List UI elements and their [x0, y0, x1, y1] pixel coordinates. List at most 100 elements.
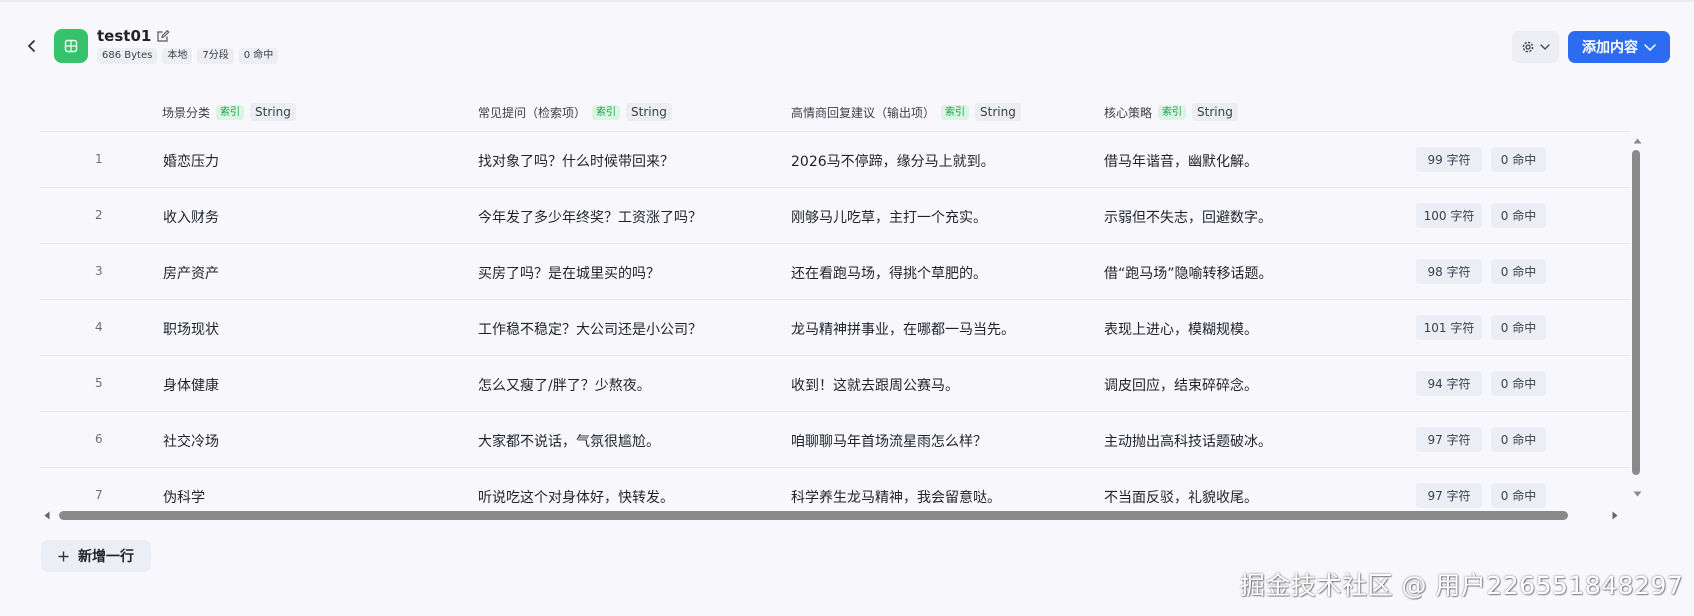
index-tag: 索引 — [216, 104, 245, 120]
column-label: 高情商回复建议（输出项） — [791, 105, 936, 120]
cell-question[interactable]: 工作稳不稳定？大公司还是小公司？ — [478, 319, 702, 339]
table-body: 1 婚恋压力 找对象了吗？什么时候带回来？ 2026马不停蹄，缘分马上就到。 借… — [40, 132, 1629, 511]
hit-count-badge: 0 命中 — [1491, 259, 1546, 284]
cell-scene[interactable]: 婚恋压力 — [163, 151, 219, 171]
cell-reply[interactable]: 刚够马儿吃草，主打一个充实。 — [791, 207, 987, 227]
column-label: 核心策略 — [1104, 105, 1153, 120]
cell-strategy[interactable]: 示弱但不失志，回避数字。 — [1104, 207, 1272, 227]
cell-scene[interactable]: 收入财务 — [163, 207, 219, 227]
vertical-scrollbar-thumb[interactable] — [1632, 150, 1640, 475]
hit-count-badge: 0 命中 — [1491, 203, 1546, 228]
add-row-label: 新增一行 — [78, 549, 134, 565]
chevron-down-icon — [1540, 44, 1550, 50]
row-number: 7 — [95, 488, 103, 502]
cell-strategy[interactable]: 表现上进心，模糊规模。 — [1104, 319, 1258, 339]
row-number: 4 — [95, 320, 103, 334]
cell-question[interactable]: 买房了吗？是在城里买的吗？ — [478, 263, 660, 283]
cell-reply[interactable]: 龙马精神拼事业，在哪都一马当先。 — [791, 319, 1015, 339]
horizontal-scrollbar-thumb[interactable] — [59, 511, 1568, 520]
cell-strategy[interactable]: 调皮回应，结束碎碎念。 — [1104, 375, 1258, 395]
cell-reply[interactable]: 收到！这就去跟周公赛马。 — [791, 375, 959, 395]
char-count-badge: 94 字符 — [1416, 371, 1482, 396]
hits-badge: 0 命中 — [238, 48, 279, 64]
cell-reply[interactable]: 科学养生龙马精神，我会留意哒。 — [791, 487, 1001, 507]
table-row[interactable]: 7 伪科学 听说吃这个对身体好，快转发。 科学养生龙马精神，我会留意哒。 不当面… — [40, 468, 1629, 511]
add-content-label: 添加内容 — [1582, 40, 1638, 56]
type-tag: String — [975, 103, 1021, 121]
table-row[interactable]: 1 婚恋压力 找对象了吗？什么时候带回来？ 2026马不停蹄，缘分马上就到。 借… — [40, 132, 1629, 188]
type-tag: String — [250, 103, 296, 121]
column-header-scene: 场景分类 索引 String — [162, 103, 296, 121]
knowledge-table-page: test01 686 Bytes 本地 7分段 0 命中 添加内容 场景分类 索… — [0, 0, 1694, 616]
cell-question[interactable]: 今年发了多少年终奖？工资涨了吗？ — [478, 207, 702, 227]
hit-count-badge: 0 命中 — [1491, 371, 1546, 396]
back-button[interactable] — [22, 36, 42, 56]
column-header-strategy: 核心策略 索引 String — [1104, 103, 1238, 121]
cell-strategy[interactable]: 借马年谐音，幽默化解。 — [1104, 151, 1258, 171]
storage-badge: 本地 — [162, 48, 193, 64]
cell-reply[interactable]: 咱聊聊马年首场流星雨怎么样？ — [791, 431, 987, 451]
row-number: 2 — [95, 208, 103, 222]
hit-count-badge: 0 命中 — [1491, 427, 1546, 452]
cell-question[interactable]: 听说吃这个对身体好，快转发。 — [478, 487, 674, 507]
table-icon — [64, 39, 78, 53]
cell-strategy[interactable]: 不当面反驳，礼貌收尾。 — [1104, 487, 1258, 507]
edit-icon[interactable] — [156, 29, 170, 43]
char-count-badge: 97 字符 — [1416, 427, 1482, 452]
cell-question[interactable]: 怎么又瘦了/胖了？少熬夜。 — [478, 375, 651, 395]
column-label: 常见提问（检索项） — [478, 105, 587, 120]
meta-tags: 686 Bytes 本地 7分段 0 命中 — [97, 48, 279, 64]
char-count-badge: 99 字符 — [1416, 147, 1482, 172]
scroll-up-arrow[interactable] — [1631, 138, 1643, 148]
scroll-left-arrow[interactable] — [44, 509, 54, 521]
table-row[interactable]: 6 社交冷场 大家都不说话，气氛很尴尬。 咱聊聊马年首场流星雨怎么样？ 主动抛出… — [40, 412, 1629, 468]
row-number: 1 — [95, 152, 103, 166]
cell-reply[interactable]: 还在看跑马场，得挑个草肥的。 — [791, 263, 987, 283]
cell-question[interactable]: 找对象了吗？什么时候带回来？ — [478, 151, 674, 171]
char-count-badge: 100 字符 — [1416, 203, 1482, 228]
cell-strategy[interactable]: 主动抛出高科技话题破冰。 — [1104, 431, 1272, 451]
column-label: 场景分类 — [162, 105, 211, 120]
type-tag: String — [626, 103, 672, 121]
triangle-down-icon — [1633, 491, 1641, 497]
table-row[interactable]: 5 身体健康 怎么又瘦了/胖了？少熬夜。 收到！这就去跟周公赛马。 调皮回应，结… — [40, 356, 1629, 412]
cell-scene[interactable]: 社交冷场 — [163, 431, 219, 451]
table-row[interactable]: 2 收入财务 今年发了多少年终奖？工资涨了吗？ 刚够马儿吃草，主打一个充实。 示… — [40, 188, 1629, 244]
char-count-badge: 97 字符 — [1416, 483, 1482, 508]
triangle-right-icon — [1612, 511, 1618, 519]
index-tag: 索引 — [1158, 104, 1187, 120]
segments-badge: 7分段 — [197, 48, 234, 64]
cell-scene[interactable]: 身体健康 — [163, 375, 219, 395]
column-header-question: 常见提问（检索项） 索引 String — [478, 103, 672, 121]
scroll-right-arrow[interactable] — [1612, 509, 1622, 521]
size-badge: 686 Bytes — [97, 48, 158, 64]
chevron-left-icon — [28, 40, 35, 52]
triangle-left-icon — [44, 511, 50, 519]
char-count-badge: 101 字符 — [1416, 315, 1482, 340]
chevron-down-icon — [1644, 43, 1656, 51]
table-row[interactable]: 3 房产资产 买房了吗？是在城里买的吗？ 还在看跑马场，得挑个草肥的。 借“跑马… — [40, 244, 1629, 300]
hit-count-badge: 0 命中 — [1491, 315, 1546, 340]
cell-strategy[interactable]: 借“跑马场”隐喻转移话题。 — [1104, 263, 1273, 283]
cell-scene[interactable]: 房产资产 — [163, 263, 219, 283]
cell-scene[interactable]: 伪科学 — [163, 487, 205, 507]
add-content-button[interactable]: 添加内容 — [1568, 31, 1670, 63]
cell-reply[interactable]: 2026马不停蹄，缘分马上就到。 — [791, 151, 995, 171]
cell-scene[interactable]: 职场现状 — [163, 319, 219, 339]
triangle-up-icon — [1633, 138, 1641, 144]
row-number: 5 — [95, 376, 103, 390]
watermark: 掘金技术社区 @ 用户226551848297 — [1240, 571, 1684, 600]
index-tag: 索引 — [941, 104, 970, 120]
data-table: 场景分类 索引 String 常见提问（检索项） 索引 String 高情商回复… — [40, 96, 1629, 511]
cell-question[interactable]: 大家都不说话，气氛很尴尬。 — [478, 431, 660, 451]
scroll-down-arrow[interactable] — [1631, 491, 1643, 501]
index-tag: 索引 — [592, 104, 621, 120]
hit-count-badge: 0 命中 — [1491, 483, 1546, 508]
table-row[interactable]: 4 职场现状 工作稳不稳定？大公司还是小公司？ 龙马精神拼事业，在哪都一马当先。… — [40, 300, 1629, 356]
row-number: 3 — [95, 264, 103, 278]
title-row: test01 — [97, 27, 170, 45]
page-title: test01 — [97, 27, 152, 45]
add-row-button[interactable]: 新增一行 — [41, 540, 151, 572]
hit-count-badge: 0 命中 — [1491, 147, 1546, 172]
settings-dropdown-button[interactable] — [1512, 31, 1559, 63]
